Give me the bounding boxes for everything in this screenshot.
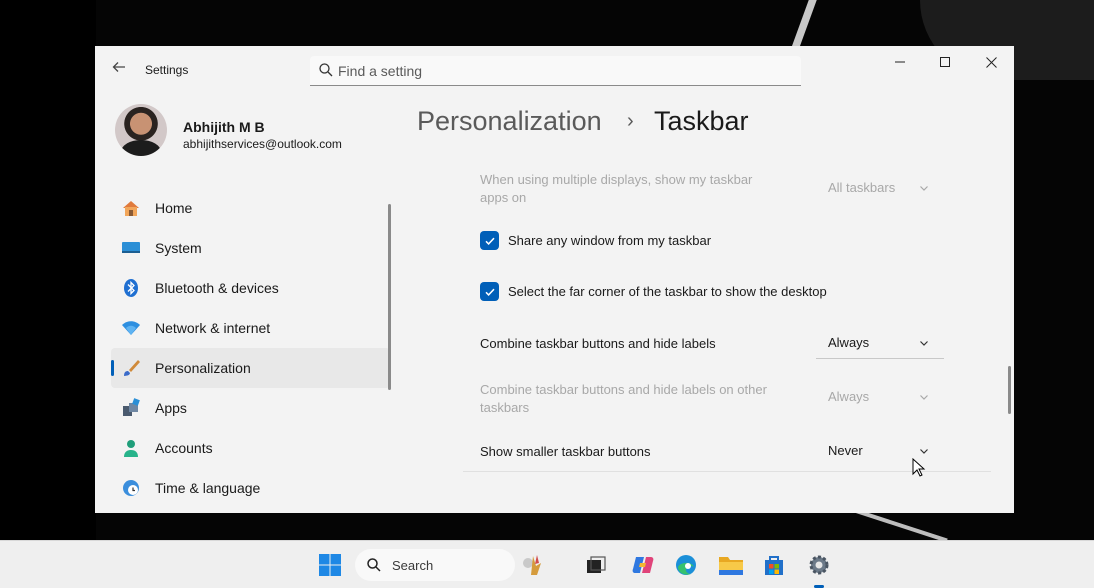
file-explorer-icon [719,557,743,575]
multi-display-dropdown[interactable]: All taskbars [816,172,944,204]
settings-taskbar-button[interactable] [805,551,833,579]
setting-row-share-window: Share any window from my taskbar [465,230,991,252]
copilot-button[interactable] [629,551,657,579]
setting-label: Select the far corner of the taskbar to … [508,284,827,299]
minimize-icon [895,61,905,63]
dropdown-value: Never [828,443,863,458]
chevron-down-icon [920,395,928,400]
chevron-down-icon [920,186,928,191]
checkmark-icon [484,237,495,245]
setting-label: Share any window from my taskbar [508,233,712,248]
task-view-button[interactable] [582,551,610,579]
globe-clock-icon [121,478,141,498]
sidebar-item-apps[interactable]: Apps [111,388,390,428]
page-title: Taskbar [654,106,749,136]
setting-label: Combine taskbar buttons and hide labels … [480,382,767,415]
setting-row-combine: Combine taskbar buttons and hide labels … [465,327,991,359]
accounts-icon [121,438,141,458]
taskbar: Search [0,540,1094,588]
store-button[interactable] [760,551,788,579]
back-button[interactable] [109,60,129,80]
chevron-down-icon [920,341,928,346]
user-name: Abhijith M B [183,119,265,135]
brush-icon [121,358,141,378]
setting-row-far-corner: Select the far corner of the taskbar to … [465,281,991,303]
sidebar-item-label: Home [155,200,193,216]
widgets-button[interactable] [518,551,546,579]
sidebar-item-time-language[interactable]: Time & language [111,468,390,508]
setting-label: When using multiple displays, show my ta… [480,172,753,205]
sidebar-item-accounts[interactable]: Accounts [111,428,390,468]
settings-icon [809,555,829,575]
user-email: abhijithservices@outlook.com [183,137,342,151]
dropdown-value: Always [828,389,870,404]
file-explorer-button[interactable] [717,551,745,579]
checkmark-icon [484,288,495,296]
sidebar-item-label: Apps [155,400,187,416]
app-title: Settings [145,63,189,77]
dropdown-value: All taskbars [828,180,896,195]
far-corner-checkbox[interactable] [480,282,499,301]
taskbar-search[interactable]: Search [355,549,515,581]
home-icon [121,198,141,218]
search-placeholder: Find a setting [338,63,423,79]
sidebar-item-label: Accounts [155,440,213,456]
start-button[interactable] [316,551,344,579]
title-bar: Settings Find a setting [95,46,1014,94]
sidebar-item-network[interactable]: Network & internet [111,308,390,348]
setting-label: Show smaller taskbar buttons [480,444,651,459]
search-input[interactable]: Find a setting [310,56,801,86]
mouse-cursor-icon [912,458,926,477]
share-window-checkbox[interactable] [480,231,499,250]
sidebar-item-label: Time & language [155,480,261,496]
sidebar-item-label: Bluetooth & devices [155,280,279,296]
sidebar-scrollbar[interactable] [388,204,391,390]
chevron-down-icon [920,449,928,454]
wifi-icon [121,318,141,338]
sidebar-item-bluetooth[interactable]: Bluetooth & devices [111,268,390,308]
widgets-icon [523,555,541,575]
desktop-background [0,0,96,540]
system-icon [121,238,141,258]
edge-icon [676,555,696,575]
sidebar-item-personalization[interactable]: Personalization [111,348,390,388]
store-icon [765,556,783,575]
setting-row-combine-other: Combine taskbar buttons and hide labels … [465,380,991,420]
minimize-button[interactable] [885,52,915,72]
back-arrow-icon [112,62,125,72]
apps-icon [121,398,141,418]
content-scrollbar[interactable] [1008,366,1011,414]
start-icon [319,554,341,576]
close-button[interactable] [976,52,1006,72]
breadcrumb-parent[interactable]: Personalization [417,106,602,137]
sidebar-item-label: Network & internet [155,320,271,336]
settings-window: Settings Find a setting Abhijith M B abh… [95,46,1014,513]
sidebar-item-label: Personalization [155,360,251,376]
edge-button[interactable] [672,551,700,579]
maximize-icon [940,57,950,67]
sidebar-item-home[interactable]: Home [111,188,390,228]
setting-row-multi-display: When using multiple displays, show my ta… [465,170,991,210]
close-icon [985,56,997,68]
copilot-icon [632,557,654,573]
search-icon [319,63,333,77]
setting-label: Combine taskbar buttons and hide labels [480,336,716,351]
search-icon [367,558,381,572]
sidebar-nav: Home System Bluetooth & devices Network … [111,188,390,508]
desktop-wallpaper-stroke [791,0,817,48]
avatar[interactable] [115,104,167,156]
breadcrumb-separator: › [627,110,634,132]
task-view-icon [587,556,606,573]
combine-other-dropdown[interactable]: Always [816,381,944,413]
maximize-button[interactable] [930,52,960,72]
bluetooth-icon [121,278,141,298]
sidebar-item-system[interactable]: System [111,228,390,268]
taskbar-search-label: Search [392,558,434,573]
sidebar-item-label: System [155,240,202,256]
combine-dropdown[interactable]: Always [816,327,944,359]
dropdown-value: Always [828,335,870,350]
